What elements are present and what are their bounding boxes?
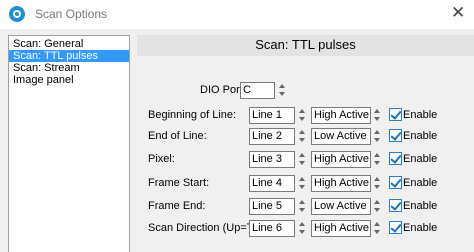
line-select-frame-start[interactable]: Line 4 [249, 175, 295, 192]
enable-checkbox-scan-direction[interactable] [389, 221, 402, 234]
line-select-end-of-line[interactable]: Line 2 [249, 128, 295, 145]
row-label-pixel: Pixel: [148, 153, 175, 165]
enable-label[interactable]: Enable [403, 222, 437, 234]
line-select-beginning-of-line[interactable]: Line 1 [249, 107, 295, 124]
enable-checkbox-frame-start[interactable] [389, 176, 402, 189]
line-spin-icon[interactable] [299, 129, 307, 144]
line-spin-icon[interactable] [299, 199, 307, 214]
list-item-scan-general[interactable]: Scan: General [9, 38, 129, 50]
enable-checkbox-beginning-of-line[interactable] [389, 108, 402, 121]
enable-checkbox-frame-end[interactable] [389, 199, 402, 212]
line-select-scan-direction[interactable]: Line 6 [249, 220, 295, 237]
app-logo-icon [9, 6, 25, 22]
polarity-select-pixel[interactable]: High Active [311, 151, 371, 168]
enable-label[interactable]: Enable [403, 109, 437, 121]
enable-label[interactable]: Enable [403, 200, 437, 212]
polarity-select-end-of-line[interactable]: Low Active [311, 128, 371, 145]
list-item-scan-ttl-pulses[interactable]: Scan: TTL pulses [9, 50, 129, 62]
row-label-end-of-line: End of Line: [148, 130, 207, 142]
enable-checkbox-pixel[interactable] [389, 152, 402, 165]
polarity-select-frame-end[interactable]: Low Active [311, 198, 371, 215]
polarity-spin-icon[interactable] [374, 152, 382, 167]
row-label-frame-start: Frame Start: [148, 177, 210, 189]
panel-header: Scan: TTL pulses [137, 35, 474, 56]
title-bar: Scan Options ✕ [0, 0, 474, 29]
line-spin-icon[interactable] [299, 108, 307, 123]
polarity-spin-icon[interactable] [374, 199, 382, 214]
row-label-beginning-of-line: Beginning of Line: [148, 109, 237, 121]
polarity-spin-icon[interactable] [374, 129, 382, 144]
line-spin-icon[interactable] [299, 152, 307, 167]
line-spin-icon[interactable] [299, 176, 307, 191]
list-item-scan-stream[interactable]: Scan: Stream [9, 62, 129, 74]
close-icon[interactable]: ✕ [451, 3, 465, 23]
enable-label[interactable]: Enable [403, 177, 437, 189]
polarity-select-scan-direction[interactable]: High Active [311, 220, 371, 237]
row-label-scan-direction: Scan Direction (Up=T): [148, 222, 261, 234]
dio-port-spin-icon[interactable] [279, 83, 287, 98]
dio-port-select[interactable]: C [240, 82, 275, 99]
polarity-spin-icon[interactable] [374, 108, 382, 123]
row-label-frame-end: Frame End: [148, 200, 206, 212]
polarity-spin-icon[interactable] [374, 221, 382, 236]
panel-title: Scan: TTL pulses [255, 37, 356, 52]
polarity-spin-icon[interactable] [374, 176, 382, 191]
line-spin-icon[interactable] [299, 221, 307, 236]
polarity-select-frame-start[interactable]: High Active [311, 175, 371, 192]
enable-label[interactable]: Enable [403, 153, 437, 165]
enable-checkbox-end-of-line[interactable] [389, 129, 402, 142]
dio-port-label: DIO Port [200, 84, 243, 96]
list-item-image-panel[interactable]: Image panel [9, 74, 129, 86]
window-title: Scan Options [35, 7, 108, 21]
line-select-pixel[interactable]: Line 3 [249, 151, 295, 168]
polarity-select-beginning-of-line[interactable]: High Active [311, 107, 371, 124]
line-select-frame-end[interactable]: Line 5 [249, 198, 295, 215]
options-category-list[interactable]: Scan: General Scan: TTL pulses Scan: Str… [8, 35, 130, 252]
enable-label[interactable]: Enable [403, 130, 437, 142]
